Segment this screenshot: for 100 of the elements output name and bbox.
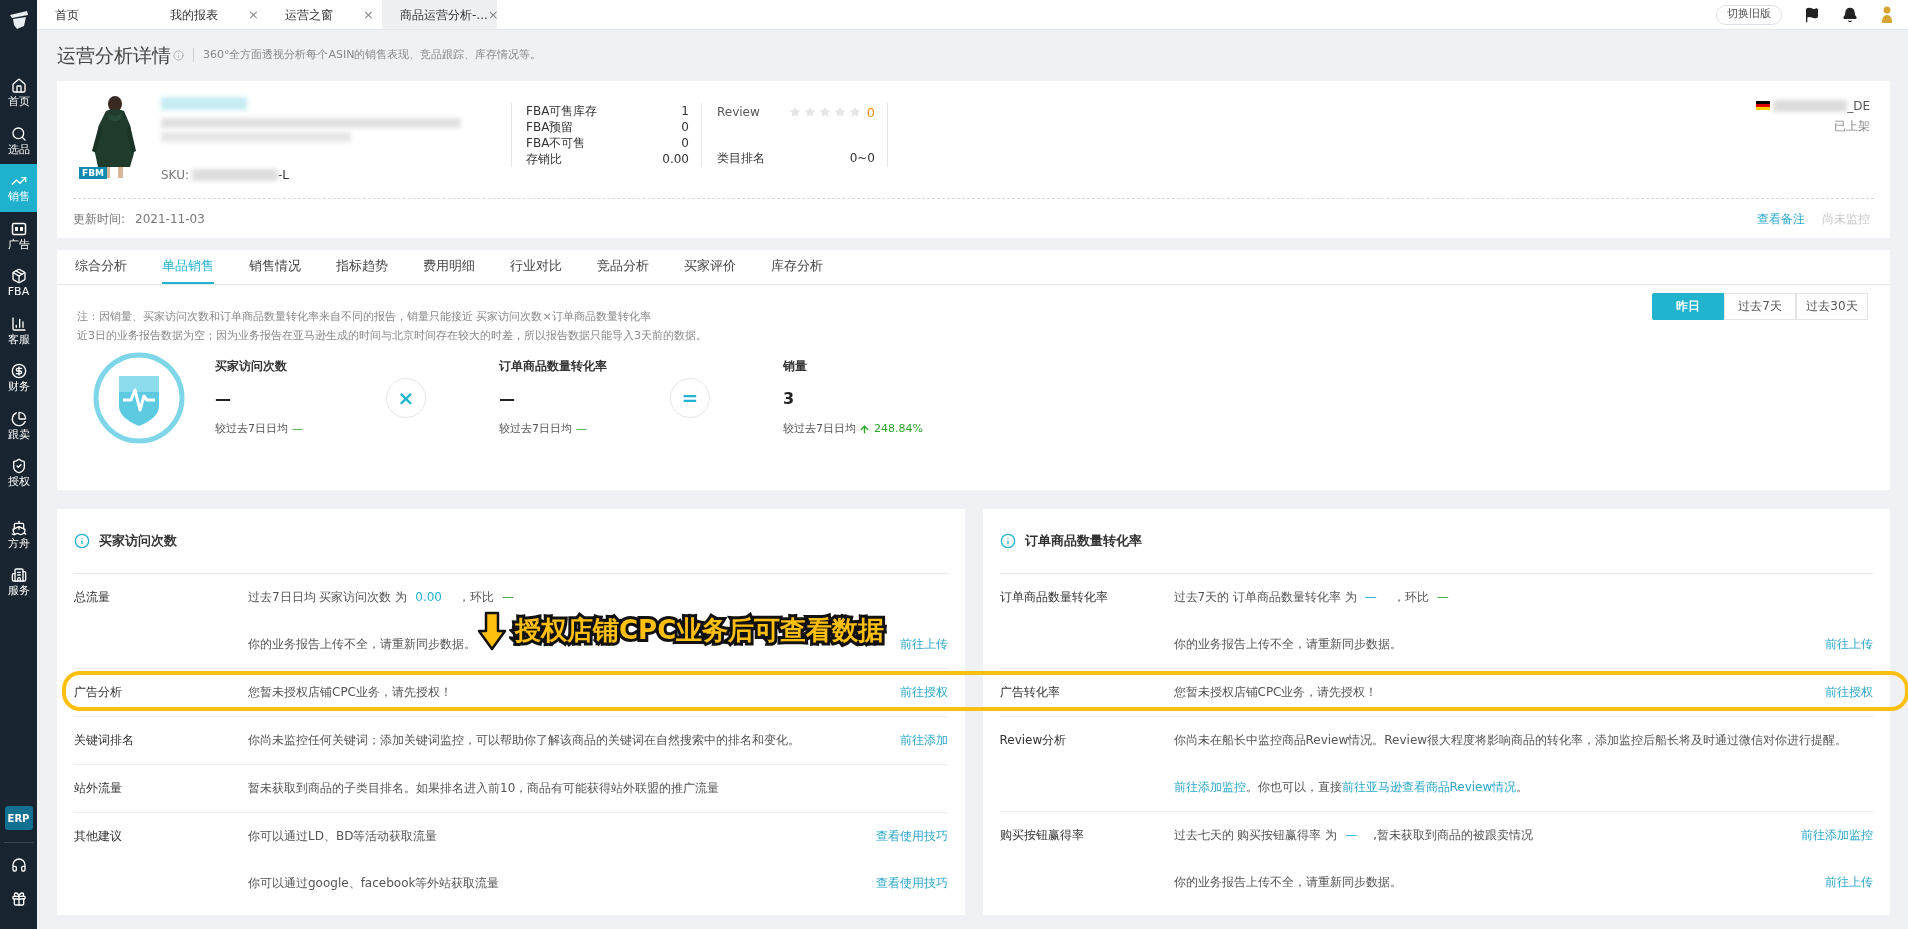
row-label: 购买按钮赢得率 bbox=[999, 827, 1084, 844]
star-icon bbox=[788, 106, 801, 119]
row-text: 暂未获取到商品的子类目排名。如果排名进入前10，商品有可能获得站外联盟的推广流量 bbox=[248, 780, 720, 797]
analysis-tab[interactable]: 费用明细 bbox=[423, 249, 475, 284]
row-text: 你的业务报告上传不全，请重新同步数据。 bbox=[248, 636, 476, 653]
update-time: 2021-11-03 bbox=[135, 210, 205, 228]
star-icon bbox=[848, 106, 861, 119]
category-rank-value: 0~0 bbox=[849, 149, 875, 167]
row-label: 关键词排名 bbox=[74, 732, 134, 749]
sidebar-item[interactable]: 财务 bbox=[0, 354, 37, 402]
inventory-value: 0.00 bbox=[662, 150, 689, 167]
sidebar-item[interactable]: 选品 bbox=[0, 116, 37, 164]
inventory-label: FBA可售库存 bbox=[526, 102, 598, 119]
row-text: 您暂未授权店铺CPC业务，请先授权！ bbox=[1173, 684, 1378, 701]
sidebar-item[interactable]: 授权 bbox=[0, 449, 37, 497]
star-icon bbox=[803, 106, 816, 119]
shield-pulse-icon bbox=[93, 351, 185, 444]
inventory-value: 0 bbox=[681, 134, 689, 151]
row-text: 过去七天的 购买按钮赢得率 为 — ,暂未获取到商品的被跟卖情况 bbox=[1173, 827, 1533, 844]
inventory-label: 存销比 bbox=[526, 150, 562, 167]
inventory-label: FBA不可售 bbox=[526, 134, 586, 151]
inventory-value: 0 bbox=[681, 118, 689, 135]
close-button[interactable]: × bbox=[363, 4, 374, 25]
row-text: 你可以通过google、facebook等外站获取流量 bbox=[248, 875, 500, 892]
sku-label: SKU: bbox=[161, 166, 189, 184]
row-label: 广告分析 bbox=[74, 684, 122, 701]
compare-label: 较过去7日日均 bbox=[783, 421, 856, 438]
analysis-tab[interactable]: 库存分析 bbox=[771, 249, 823, 284]
row-text: 过去7天的 订单商品数量转化率 为 — ，环比 — bbox=[1173, 589, 1449, 606]
update-time-label: 更新时间: bbox=[73, 210, 126, 228]
german-flag-icon bbox=[1756, 101, 1771, 110]
metric-value: — bbox=[499, 388, 516, 411]
home-icon bbox=[10, 78, 27, 95]
store-suffix: _DE bbox=[1847, 97, 1870, 115]
row-text: 你的业务报告上传不全，请重新同步数据。 bbox=[1173, 636, 1402, 653]
sidebar-item[interactable]: 方舟 bbox=[0, 510, 37, 558]
row-text: 过去7日日均 买家访问次数 为 0.00 ，环比 — bbox=[248, 589, 514, 606]
sidebar-item[interactable]: 客服 bbox=[0, 306, 37, 354]
analysis-tab[interactable]: 行业对比 bbox=[510, 249, 562, 284]
bell-icon[interactable] bbox=[1842, 6, 1858, 23]
range-button[interactable]: 过去30天 bbox=[1796, 292, 1868, 320]
metric-label: 买家访问次数 bbox=[215, 358, 288, 376]
page-title: 运营分析详情 bbox=[57, 43, 171, 68]
row-text: 前往添加监控。你也可以，直接前往亚马逊查看商品Review情况。 bbox=[1173, 779, 1529, 796]
row-label: 订单商品数量转化率 bbox=[999, 589, 1108, 606]
page-tab[interactable]: 商品运营分析-...× bbox=[382, 0, 497, 29]
pie-chart-icon bbox=[10, 410, 27, 427]
row-label: Review分析 bbox=[999, 732, 1067, 749]
dollar-icon bbox=[10, 363, 27, 380]
metric-value: 3 bbox=[783, 388, 796, 411]
review-label: Review bbox=[717, 104, 760, 122]
sidebar-item[interactable]: FBA bbox=[0, 259, 37, 307]
package-icon bbox=[10, 268, 27, 285]
range-button[interactable]: 过去7天 bbox=[1724, 292, 1796, 320]
arrow-down-icon bbox=[477, 610, 507, 651]
sku-suffix: -L bbox=[278, 166, 289, 184]
search-icon bbox=[10, 125, 27, 142]
listing-status: 已上架 bbox=[1834, 117, 1870, 135]
gift-icon[interactable] bbox=[10, 891, 27, 907]
analysis-tab[interactable]: 竞品分析 bbox=[597, 249, 649, 284]
flag-icon[interactable] bbox=[1804, 6, 1820, 23]
bar-chart-icon bbox=[10, 315, 27, 332]
metric-label: 销量 bbox=[783, 358, 808, 376]
info-icon bbox=[173, 49, 184, 61]
row-label: 站外流量 bbox=[74, 780, 122, 797]
category-rank-label: 类目排名 bbox=[717, 149, 765, 167]
building-icon bbox=[10, 567, 27, 584]
analysis-tab[interactable]: 销售情况 bbox=[249, 249, 301, 284]
panel-title: 订单商品数量转化率 bbox=[1024, 531, 1142, 550]
analysis-tab[interactable]: 买家评价 bbox=[684, 249, 736, 284]
inventory-value: 1 bbox=[681, 102, 689, 119]
metric-change: 248.84% bbox=[874, 421, 923, 438]
metric-value: — bbox=[215, 388, 232, 411]
sidebar-item[interactable]: 服务 bbox=[0, 558, 37, 606]
sidebar-item[interactable]: 首页 bbox=[0, 69, 37, 117]
metric-label: 订单商品数量转化率 bbox=[499, 358, 608, 376]
compare-label: 较过去7日日均 bbox=[215, 421, 288, 438]
close-button[interactable]: × bbox=[248, 4, 259, 25]
inventory-label: FBA预留 bbox=[526, 118, 574, 135]
ad-icon bbox=[10, 220, 27, 237]
row-label: 广告转化率 bbox=[999, 684, 1060, 701]
compare-label: 较过去7日日均 bbox=[499, 421, 572, 438]
analysis-tab[interactable]: 综合分析 bbox=[75, 249, 127, 284]
star-icon bbox=[818, 106, 831, 119]
info-icon bbox=[74, 532, 90, 549]
analysis-tab[interactable]: 指标趋势 bbox=[336, 249, 388, 284]
row-label: 其他建议 bbox=[74, 828, 122, 845]
row-text: 你尚未在船长中监控商品Review情况。Review很大程度将影响商品的转化率，添加监控后船长将及时通过微信对你进行提醒。 bbox=[1173, 732, 1848, 749]
page-subtitle: 360°全方面透视分析每个ASIN的销售表现、竞品跟踪、库存情况等。 bbox=[203, 47, 542, 63]
row-text: 你的业务报告上传不全，请重新同步数据。 bbox=[1173, 874, 1402, 891]
shield-icon bbox=[10, 458, 27, 475]
panel-title: 买家访问次数 bbox=[99, 531, 177, 550]
support-icon[interactable] bbox=[10, 857, 27, 873]
row-text: 你可以通过LD、BD等活动获取流量 bbox=[248, 828, 438, 845]
note-text: 注：因销量、买家访问次数和订单商品数量转化率来自不同的报告，销量只能接近 买家访问次数×订单商品数量转化率 bbox=[77, 308, 652, 325]
metric-change: — bbox=[292, 421, 303, 438]
note-text: 近3日的业务报告数据为空；因为业务报告在亚马逊生成的时间与北京时间存在较大的时差，所以报告数据只能导入3天前的数据。 bbox=[77, 327, 707, 344]
sidebar-item[interactable]: 跟卖 bbox=[0, 401, 37, 449]
erp-button[interactable]: ERP bbox=[4, 806, 33, 830]
sidebar-item[interactable]: 广告 bbox=[0, 211, 37, 259]
